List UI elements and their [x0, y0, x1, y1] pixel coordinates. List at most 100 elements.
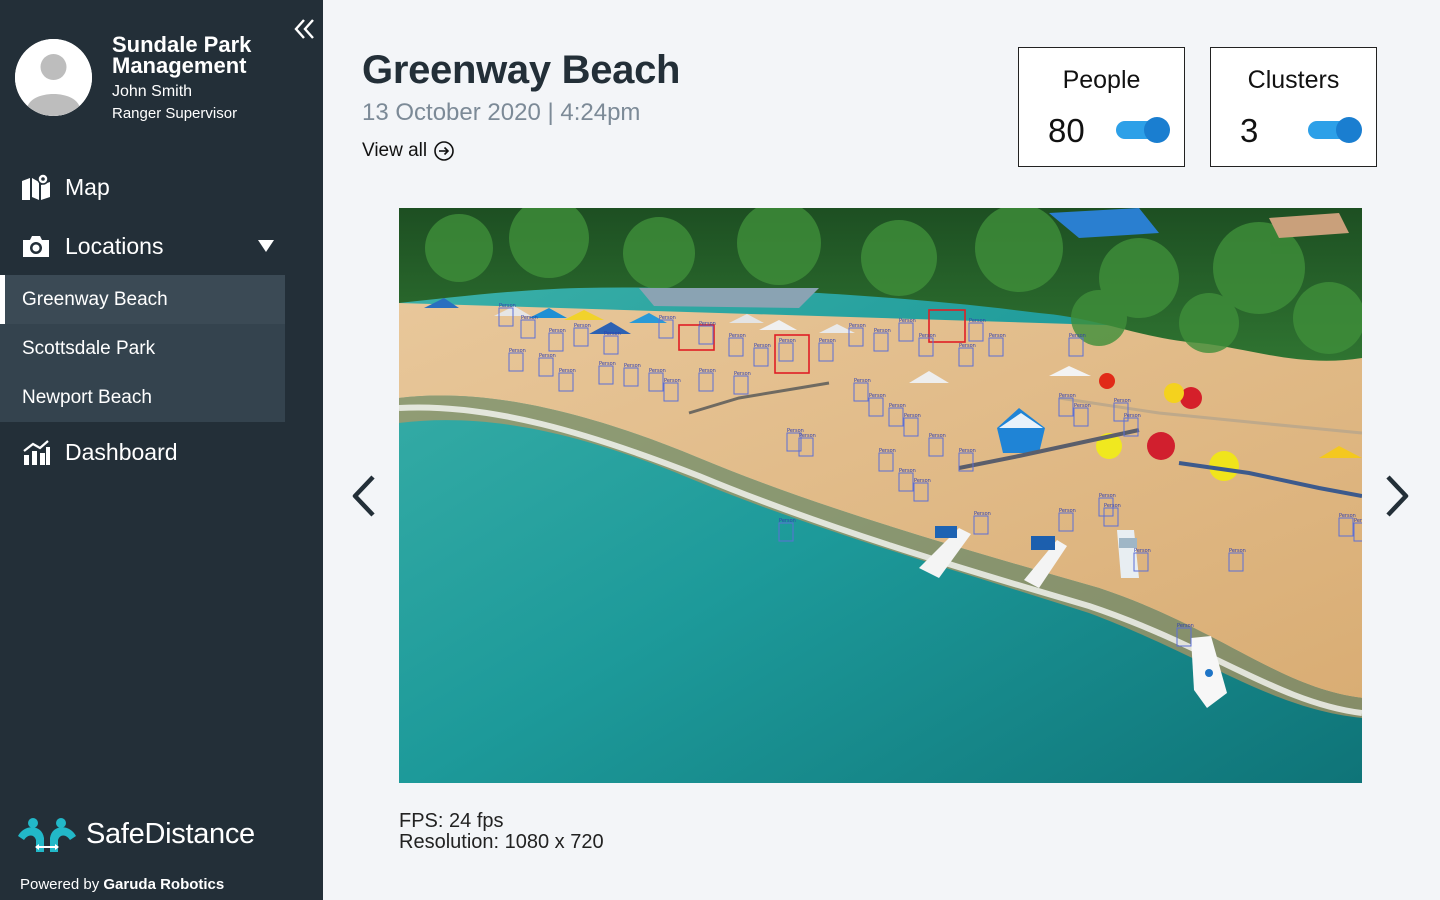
- user-name: John Smith: [112, 83, 193, 100]
- person-detection-label: Person: [874, 328, 891, 334]
- person-detection-label: Person: [604, 331, 621, 337]
- location-item-label: Newport Beach: [22, 386, 152, 408]
- person-detection-label: Person: [869, 393, 886, 399]
- dashboard-icon: [20, 437, 52, 467]
- person-detection-label: Person: [914, 478, 931, 484]
- powered-by: Powered by Garuda Robotics: [20, 876, 224, 893]
- user-role: Ranger Supervisor: [112, 105, 238, 122]
- person-detection-label: Person: [799, 433, 816, 439]
- brand: SafeDistance: [16, 814, 255, 854]
- locations-submenu: Greenway Beach Scottsdale Park Newport B…: [0, 275, 285, 422]
- person-detection-label: Person: [899, 468, 916, 474]
- nav-locations[interactable]: Locations: [0, 224, 285, 268]
- person-detection-label: Person: [819, 338, 836, 344]
- person-detection-label: Person: [969, 318, 986, 324]
- view-all-label: View all: [362, 140, 428, 161]
- person-detection-label: Person: [879, 448, 896, 454]
- person-detection-label: Person: [599, 361, 616, 367]
- person-detection-label: Person: [1104, 503, 1121, 509]
- people-toggle[interactable]: [1116, 117, 1172, 143]
- person-detection-label: Person: [549, 328, 566, 334]
- org-name: Sundale Park Management: [112, 32, 252, 78]
- location-item-scottsdale-park[interactable]: Scottsdale Park: [0, 324, 285, 373]
- person-detection-label: Person: [929, 433, 946, 439]
- person-detection-label: Person: [1177, 623, 1194, 629]
- person-detection-label: Person: [509, 348, 526, 354]
- camera-icon: [20, 231, 52, 261]
- person-detection-label: Person: [1134, 548, 1151, 554]
- chevron-left-icon[interactable]: [349, 474, 379, 518]
- person-detection-label: Person: [1059, 508, 1076, 514]
- toggle-knob: [1336, 117, 1362, 143]
- people-stat-card: People 80: [1018, 47, 1185, 167]
- person-detection-label: Person: [989, 333, 1006, 339]
- clusters-stat-card: Clusters 3: [1210, 47, 1377, 167]
- location-item-newport-beach[interactable]: Newport Beach: [0, 373, 285, 422]
- person-detection-label: Person: [539, 353, 556, 359]
- person-detection-label: Person: [899, 318, 916, 324]
- person-detection-label: Person: [919, 333, 936, 339]
- person-detection-label: Person: [904, 413, 921, 419]
- person-detection-label: Person: [1074, 403, 1091, 409]
- person-detection-label: Person: [734, 371, 751, 377]
- person-detection-label: Person: [1229, 548, 1246, 554]
- person-detection-label: Person: [974, 511, 991, 517]
- person-detection-label: Person: [854, 378, 871, 384]
- toggle-knob: [1144, 117, 1170, 143]
- nav-dashboard[interactable]: Dashboard: [0, 430, 285, 474]
- nav-map[interactable]: Map: [0, 165, 285, 209]
- person-detection-label: Person: [959, 343, 976, 349]
- view-all-link[interactable]: View all: [362, 140, 455, 162]
- person-detection-label: Person: [849, 323, 866, 329]
- person-detection-label: Person: [779, 338, 796, 344]
- safedistance-logo-icon: [18, 818, 76, 852]
- person-detection-label: Person: [559, 368, 576, 374]
- person-detection-label: Person: [1114, 398, 1131, 404]
- chevron-right-icon[interactable]: [1382, 474, 1412, 518]
- person-detection-label: Person: [521, 315, 538, 321]
- clusters-stat-value: 3: [1240, 112, 1259, 149]
- user-avatar-icon: [15, 39, 92, 116]
- person-detection-label: Person: [889, 403, 906, 409]
- person-detection-label: Person: [499, 303, 516, 309]
- page-title: Greenway Beach: [362, 48, 681, 92]
- collapse-icon: [294, 19, 314, 39]
- location-item-label: Greenway Beach: [22, 288, 168, 310]
- camera-feed-image[interactable]: Person Person Person Person Person Person Pers…: [399, 208, 1362, 783]
- person-detection-label: Person: [1069, 333, 1086, 339]
- camera-feed-scene: Person Person Person Person Person Person Pers…: [399, 208, 1362, 783]
- nav-dashboard-label: Dashboard: [65, 438, 178, 465]
- person-detection-label: Person: [754, 343, 771, 349]
- fps-text: FPS: 24 fps: [399, 810, 504, 832]
- resolution-text: Resolution: 1080 x 720: [399, 831, 604, 853]
- people-stat-label: People: [1062, 66, 1141, 94]
- powered-by-company: Garuda Robotics: [103, 876, 225, 893]
- person-detection-label: Person: [1059, 393, 1076, 399]
- person-detection-label: Person: [1099, 493, 1116, 499]
- person-detection-label: Person: [659, 315, 676, 321]
- person-detection-label: Person: [699, 368, 716, 374]
- avatar[interactable]: [15, 39, 92, 116]
- person-detection-label: Person: [664, 378, 681, 384]
- arrow-circle-right-icon: [434, 141, 454, 161]
- nav-locations-label: Locations: [65, 232, 164, 259]
- powered-by-prefix: Powered by: [20, 876, 100, 893]
- person-detection-label: Person: [1354, 518, 1362, 524]
- person-detection-label: Person: [624, 363, 641, 369]
- person-detection-label: Person: [699, 321, 716, 327]
- person-detection-label: Person: [574, 323, 591, 329]
- page-subtitle: 13 October 2020 | 4:24pm: [362, 99, 641, 126]
- location-item-greenway-beach[interactable]: Greenway Beach: [0, 275, 285, 324]
- clusters-stat-label: Clusters: [1247, 66, 1340, 94]
- sidebar: Sundale Park Management John Smith Range…: [0, 0, 323, 900]
- location-item-label: Scottsdale Park: [22, 337, 156, 359]
- people-stat-value: 80: [1048, 112, 1085, 149]
- collapse-sidebar-button[interactable]: [292, 16, 318, 42]
- person-detection-label: Person: [959, 448, 976, 454]
- person-detection-label: Person: [729, 333, 746, 339]
- brand-name: SafeDistance: [86, 817, 255, 850]
- nav-map-label: Map: [65, 173, 110, 200]
- caret-down-icon[interactable]: [257, 239, 275, 253]
- clusters-toggle[interactable]: [1308, 117, 1364, 143]
- person-detection-label: Person: [779, 518, 796, 524]
